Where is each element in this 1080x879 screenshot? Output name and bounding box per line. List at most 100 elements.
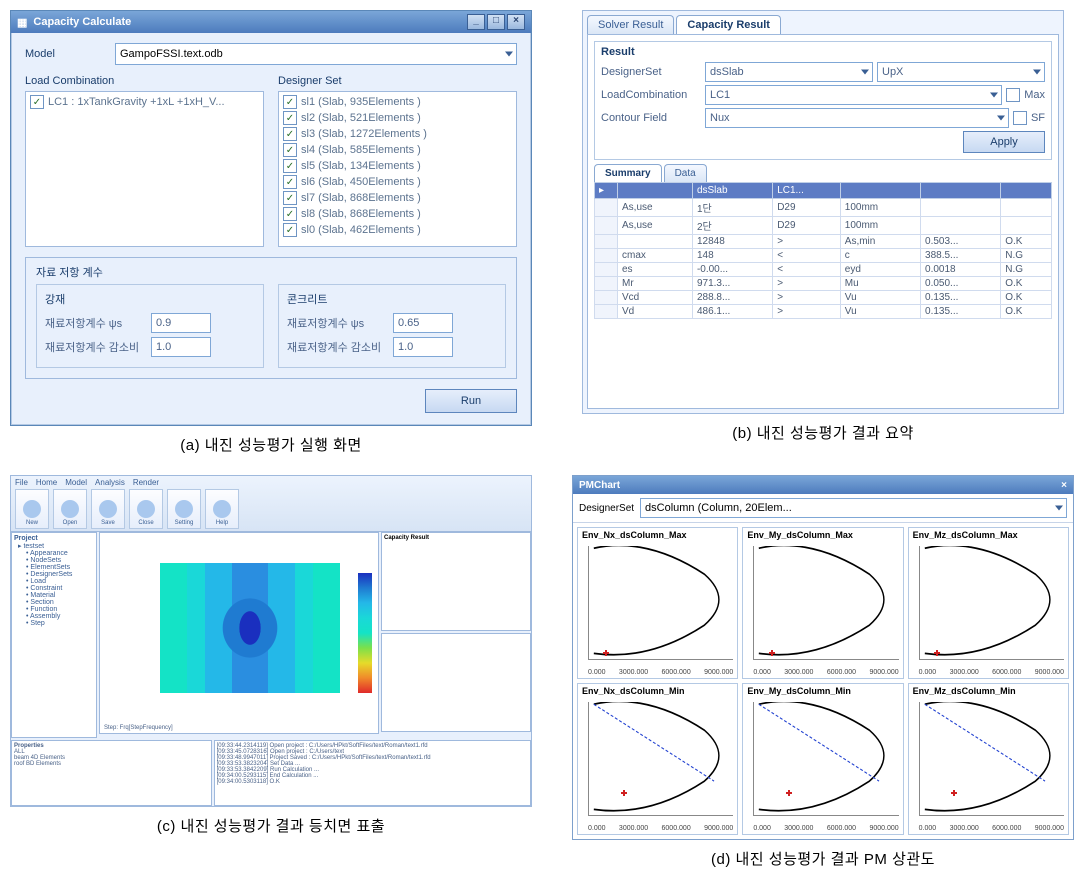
designerset-combo[interactable]: dsSlab bbox=[705, 62, 873, 82]
project-tree[interactable]: Project ▸ testset• Appearance• NodeSets•… bbox=[11, 532, 97, 738]
phi-c-input[interactable]: 0.65 bbox=[393, 313, 453, 333]
chart-title: Env_Mz_dsColumn_Min bbox=[909, 684, 1068, 698]
table-row[interactable]: As,use2단D29100mm bbox=[595, 217, 1052, 235]
pm-chart: Env_Nx_dsColumn_Max0.0003000.0006000.000… bbox=[577, 527, 738, 679]
ribbon-tool-help[interactable]: Help bbox=[205, 489, 239, 529]
contour-viewer-window: File Home Model Analysis Render NewOpenSaveC… bbox=[10, 475, 532, 807]
caption-d: (d) 내진 성능평가 결과 PM 상관도 bbox=[711, 848, 935, 869]
table-row[interactable]: 12848>As,min0.503...O.K bbox=[595, 235, 1052, 249]
tree-node[interactable]: • NodeSets bbox=[14, 557, 94, 564]
ribbon-tool-new[interactable]: New bbox=[15, 489, 49, 529]
ribbon-tab[interactable]: File bbox=[15, 478, 28, 487]
window-title: Capacity Calculate bbox=[33, 16, 131, 28]
pm-chart: Env_My_dsColumn_Max0.0003000.0006000.000… bbox=[742, 527, 903, 679]
list-item[interactable]: ✓sl4 (Slab, 585Elements ) bbox=[283, 142, 512, 158]
list-item[interactable]: ✓LC1 : 1xTankGravity +1xL +1xH_V... bbox=[30, 94, 259, 110]
designerset-combo[interactable]: dsColumn (Column, 20Elem... bbox=[640, 498, 1067, 518]
tab-capacity-result[interactable]: Capacity Result bbox=[676, 15, 781, 34]
contour-view[interactable]: Step: Frq[StepFrequency] bbox=[99, 532, 379, 734]
load-combination-list[interactable]: ✓LC1 : 1xTankGravity +1xL +1xH_V... bbox=[25, 91, 264, 247]
tree-node[interactable]: • Assembly bbox=[14, 613, 94, 620]
checkbox-icon[interactable]: ✓ bbox=[30, 95, 44, 109]
ribbon-tab[interactable]: Model bbox=[65, 478, 87, 487]
tree-node[interactable]: • Constraint bbox=[14, 585, 94, 592]
demand-point-icon bbox=[769, 650, 775, 656]
loadcombination-combo[interactable]: LC1 bbox=[705, 85, 1002, 105]
tab-solver-result[interactable]: Solver Result bbox=[587, 15, 674, 34]
list-item[interactable]: ✓sl0 (Slab, 462Elements ) bbox=[283, 222, 512, 238]
table-row[interactable]: Mr971.3...>Mu0.050...O.K bbox=[595, 277, 1052, 291]
color-legend bbox=[358, 573, 372, 693]
table-row[interactable]: cmax148<c388.5...N.G bbox=[595, 249, 1052, 263]
list-item[interactable]: ✓sl5 (Slab, 134Elements ) bbox=[283, 158, 512, 174]
model-label: Model bbox=[25, 48, 115, 60]
demand-point-icon bbox=[934, 650, 940, 656]
phi-s-input[interactable]: 0.9 bbox=[151, 313, 211, 333]
list-item[interactable]: ✓sl2 (Slab, 521Elements ) bbox=[283, 110, 512, 126]
checkbox-icon[interactable]: ✓ bbox=[283, 127, 297, 141]
resistance-factor-panel: 자료 저항 계수 강재 재료저항계수 ψs0.9 재료저항계수 감소비1.0 콘… bbox=[25, 257, 517, 379]
ribbon-tool-open[interactable]: Open bbox=[53, 489, 87, 529]
pmchart-window: PMChart × DesignerSet dsColumn (Column, … bbox=[572, 475, 1074, 840]
ribbon-tab[interactable]: Render bbox=[133, 478, 159, 487]
caption-c: (c) 내진 성능평가 결과 등치면 표출 bbox=[157, 815, 385, 836]
direction-combo[interactable]: UpX bbox=[877, 62, 1045, 82]
pm-chart: Env_My_dsColumn_Min0.0003000.0006000.000… bbox=[742, 683, 903, 835]
checkbox-icon[interactable]: ✓ bbox=[283, 207, 297, 221]
table-row[interactable]: As,use1단D29100mm bbox=[595, 199, 1052, 217]
checkbox-icon[interactable]: ✓ bbox=[283, 191, 297, 205]
tree-node[interactable]: • ElementSets bbox=[14, 564, 94, 571]
designer-set-list[interactable]: ✓sl1 (Slab, 935Elements )✓sl2 (Slab, 521… bbox=[278, 91, 517, 247]
chart-title: Env_Mz_dsColumn_Max bbox=[909, 528, 1068, 542]
checkbox-icon[interactable]: ✓ bbox=[283, 95, 297, 109]
ribbon-tab[interactable]: Home bbox=[36, 478, 57, 487]
tree-node[interactable]: ▸ testset bbox=[14, 542, 94, 550]
ribbon-tool-save[interactable]: Save bbox=[91, 489, 125, 529]
checkbox-icon[interactable]: ✓ bbox=[283, 159, 297, 173]
contour-field-combo[interactable]: Nux bbox=[705, 108, 1009, 128]
tree-node[interactable]: • Material bbox=[14, 592, 94, 599]
ribbon-tool-setting[interactable]: Setting bbox=[167, 489, 201, 529]
ribbon-tool-close[interactable]: Close bbox=[129, 489, 163, 529]
tree-node[interactable]: • Appearance bbox=[14, 550, 94, 557]
minimize-button[interactable]: _ bbox=[467, 14, 485, 30]
tree-node[interactable]: • Section bbox=[14, 599, 94, 606]
checkbox-icon[interactable]: ✓ bbox=[283, 143, 297, 157]
sf-checkbox[interactable] bbox=[1013, 111, 1027, 125]
ratio-s-input[interactable]: 1.0 bbox=[151, 337, 211, 357]
close-icon[interactable]: × bbox=[1061, 480, 1067, 491]
list-item[interactable]: ✓sl8 (Slab, 868Elements ) bbox=[283, 206, 512, 222]
tree-node[interactable]: • Function bbox=[14, 606, 94, 613]
close-button[interactable]: × bbox=[507, 14, 525, 30]
checkbox-icon[interactable]: ✓ bbox=[283, 111, 297, 125]
demand-point-icon bbox=[621, 790, 627, 796]
run-button[interactable]: Run bbox=[425, 389, 517, 413]
checkbox-icon[interactable]: ✓ bbox=[283, 175, 297, 189]
demand-point-icon bbox=[603, 650, 609, 656]
apply-button[interactable]: Apply bbox=[963, 131, 1045, 153]
tree-node[interactable]: • Load bbox=[14, 578, 94, 585]
tree-node[interactable]: • DesignerSets bbox=[14, 571, 94, 578]
designerset-label: DesignerSet bbox=[579, 503, 634, 514]
concrete-title: 콘크리트 bbox=[287, 291, 497, 307]
checkbox-icon[interactable]: ✓ bbox=[283, 223, 297, 237]
designer-set-label: Designer Set bbox=[278, 75, 517, 87]
pm-chart: Env_Nx_dsColumn_Min0.0003000.0006000.000… bbox=[577, 683, 738, 835]
model-combo[interactable]: GampoFSSI.text.odb bbox=[115, 43, 517, 65]
table-row[interactable]: Vd486.1...>Vu0.135...O.K bbox=[595, 305, 1052, 319]
chart-title: Env_My_dsColumn_Min bbox=[743, 684, 902, 698]
table-row[interactable]: es-0.00...<eyd0.0018N.G bbox=[595, 263, 1052, 277]
maximize-button[interactable]: □ bbox=[487, 14, 505, 30]
ratio-c-input[interactable]: 1.0 bbox=[393, 337, 453, 357]
tree-node[interactable]: • Step bbox=[14, 620, 94, 627]
list-item[interactable]: ✓sl1 (Slab, 935Elements ) bbox=[283, 94, 512, 110]
max-checkbox[interactable] bbox=[1006, 88, 1020, 102]
ribbon-tab[interactable]: Analysis bbox=[95, 478, 125, 487]
list-item[interactable]: ✓sl3 (Slab, 1272Elements ) bbox=[283, 126, 512, 142]
tab-summary[interactable]: Summary bbox=[594, 164, 662, 182]
table-row[interactable]: Vcd288.8...>Vu0.135...O.K bbox=[595, 291, 1052, 305]
list-item[interactable]: ✓sl7 (Slab, 868Elements ) bbox=[283, 190, 512, 206]
tab-data[interactable]: Data bbox=[664, 164, 707, 182]
result-group: Result DesignerSet dsSlab UpX LoadCombin… bbox=[594, 41, 1052, 160]
list-item[interactable]: ✓sl6 (Slab, 450Elements ) bbox=[283, 174, 512, 190]
